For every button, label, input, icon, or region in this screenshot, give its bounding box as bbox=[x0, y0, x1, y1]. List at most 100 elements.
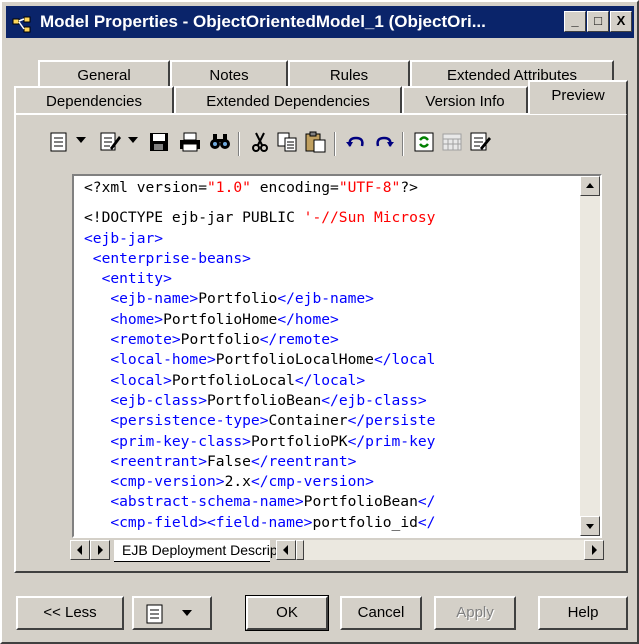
code-token: <abstract-schema-name> bbox=[84, 493, 304, 511]
code-token: portfolio_id bbox=[312, 513, 418, 531]
tab-dependencies[interactable]: Dependencies bbox=[14, 86, 174, 114]
code-line: <abstract-schema-name>PortfolioBean</ bbox=[84, 492, 579, 512]
tab-preview[interactable]: Preview bbox=[528, 80, 628, 114]
find-icon[interactable] bbox=[208, 130, 232, 156]
left-arrow-icon bbox=[77, 545, 82, 555]
left-arrow-icon bbox=[283, 545, 288, 555]
code-line: <enterprise-beans> bbox=[84, 249, 579, 269]
code-token: </home> bbox=[277, 310, 339, 328]
code-token: </ bbox=[417, 493, 436, 511]
code-token: </cmp-version> bbox=[250, 473, 374, 491]
code-token: </local bbox=[373, 351, 436, 369]
code-line: <local>PortfolioLocal</local> bbox=[84, 371, 579, 391]
code-token: <ejb-jar> bbox=[84, 229, 164, 247]
scroll-thumb[interactable] bbox=[296, 540, 304, 560]
right-arrow-icon bbox=[592, 545, 597, 555]
code-token: </ejb-name> bbox=[277, 290, 374, 308]
code-token: <prim-key-class> bbox=[84, 432, 251, 450]
right-arrow-icon bbox=[98, 545, 103, 555]
view-dropdown-arrow-icon[interactable] bbox=[76, 137, 86, 143]
scroll-left-button[interactable] bbox=[276, 540, 296, 560]
scroll-right-button[interactable] bbox=[584, 540, 604, 560]
up-arrow-icon bbox=[586, 183, 594, 188]
paste-icon[interactable] bbox=[304, 130, 328, 156]
ok-button[interactable]: OK bbox=[245, 595, 329, 631]
code-line: <local-home>PortfolioLocalHome</local bbox=[84, 350, 579, 370]
save-icon[interactable] bbox=[148, 130, 172, 156]
redo-icon[interactable] bbox=[372, 130, 396, 156]
code-token: PortfolioBean bbox=[207, 391, 322, 409]
tab-extended-dependencies[interactable]: Extended Dependencies bbox=[174, 86, 402, 114]
close-button[interactable]: X bbox=[610, 11, 632, 32]
code-token: <local-home> bbox=[84, 351, 216, 369]
code-line: <cmp-version>2.x</cmp-version> bbox=[84, 472, 579, 492]
help-button[interactable]: Help bbox=[538, 596, 628, 630]
less-button[interactable]: << Less bbox=[16, 596, 124, 630]
properties-icon[interactable] bbox=[468, 130, 492, 156]
vertical-scrollbar[interactable] bbox=[580, 176, 600, 536]
next-sheet-button[interactable] bbox=[90, 540, 110, 560]
title-bar[interactable]: Model Properties - ObjectOrientedModel_1… bbox=[6, 6, 634, 38]
code-token: '-//Sun Microsy bbox=[303, 209, 436, 227]
scroll-down-button[interactable] bbox=[580, 516, 600, 536]
sheet-tab-bar: EJB Deployment Descriptor bbox=[70, 540, 604, 562]
maximize-button[interactable]: □ bbox=[587, 11, 609, 32]
edit-dropdown-arrow-icon[interactable] bbox=[128, 137, 138, 143]
code-token: <persistence-type> bbox=[84, 412, 269, 430]
code-token: <ejb-name> bbox=[84, 290, 199, 308]
tab-version-info[interactable]: Version Info bbox=[402, 86, 528, 114]
code-token: <enterprise-beans> bbox=[84, 249, 251, 267]
minimize-button[interactable]: _ bbox=[564, 11, 586, 32]
horizontal-scrollbar[interactable] bbox=[276, 540, 604, 560]
code-area[interactable]: <?xml version="1.0" encoding="UTF-8"?> <!… bbox=[84, 178, 579, 534]
menu-dropdown-button[interactable] bbox=[132, 596, 212, 630]
code-token: </local> bbox=[294, 371, 366, 389]
code-line: <!DOCTYPE ejb-jar PUBLIC '-//Sun Microsy bbox=[84, 208, 579, 228]
code-token: "1.0" bbox=[207, 179, 251, 196]
edit-menu-icon[interactable] bbox=[98, 130, 122, 156]
model-properties-dialog: Model Properties - ObjectOrientedModel_1… bbox=[0, 0, 639, 644]
code-line: <persistence-type>Container</persiste bbox=[84, 411, 579, 431]
xml-preview-editor[interactable]: <?xml version="1.0" encoding="UTF-8"?> <!… bbox=[72, 174, 602, 538]
dropdown-arrow-icon bbox=[182, 610, 192, 616]
code-line: <ejb-class>PortfolioBean</ejb-class> bbox=[84, 391, 579, 411]
code-token: False bbox=[207, 452, 251, 470]
code-token: <remote> bbox=[84, 331, 181, 349]
code-token: PortfolioBean bbox=[303, 493, 418, 511]
view-menu-icon[interactable] bbox=[48, 130, 72, 156]
code-token: PortfolioLocal bbox=[171, 371, 295, 389]
copy-icon[interactable] bbox=[276, 130, 300, 156]
toolbar-separator bbox=[238, 132, 240, 156]
undo-icon[interactable] bbox=[344, 130, 368, 156]
code-token: <cmp-version> bbox=[84, 473, 225, 491]
scroll-up-button[interactable] bbox=[580, 176, 600, 196]
print-icon[interactable] bbox=[178, 130, 202, 156]
code-token: Portfolio bbox=[198, 290, 278, 308]
refresh-icon[interactable] bbox=[412, 130, 436, 156]
code-token: </prim-key bbox=[347, 432, 436, 450]
cut-icon[interactable] bbox=[248, 130, 272, 156]
code-token: PortfolioLocalHome bbox=[215, 351, 374, 369]
code-token: <field-name> bbox=[207, 513, 313, 531]
code-token: <!DOCTYPE ejb-jar PUBLIC bbox=[84, 209, 304, 227]
code-token: </reentrant> bbox=[250, 452, 357, 470]
code-line: <entity> bbox=[84, 269, 579, 289]
code-token: "UTF-8" bbox=[338, 179, 401, 196]
calendar-icon[interactable] bbox=[440, 130, 464, 156]
code-token: ?> bbox=[400, 179, 418, 196]
code-token: 2.x bbox=[224, 473, 251, 491]
toolbar-separator bbox=[402, 132, 404, 156]
code-line: <?xml version="1.0" encoding="UTF-8"?> bbox=[84, 178, 579, 198]
apply-button[interactable]: Apply bbox=[434, 596, 516, 630]
window-title: Model Properties - ObjectOrientedModel_1… bbox=[40, 12, 486, 31]
code-line: <remote>Portfolio</remote> bbox=[84, 330, 579, 350]
code-line: <home>PortfolioHome</home> bbox=[84, 310, 579, 330]
sheet-tab-ejb-deployment-descriptor[interactable]: EJB Deployment Descriptor bbox=[114, 540, 294, 562]
toolbar-separator bbox=[334, 132, 336, 156]
menu-icon bbox=[144, 602, 166, 637]
code-token: PortfolioPK bbox=[250, 432, 348, 450]
first-sheet-button[interactable] bbox=[70, 540, 90, 560]
cancel-button[interactable]: Cancel bbox=[340, 596, 422, 630]
code-token: </persiste bbox=[347, 412, 436, 430]
